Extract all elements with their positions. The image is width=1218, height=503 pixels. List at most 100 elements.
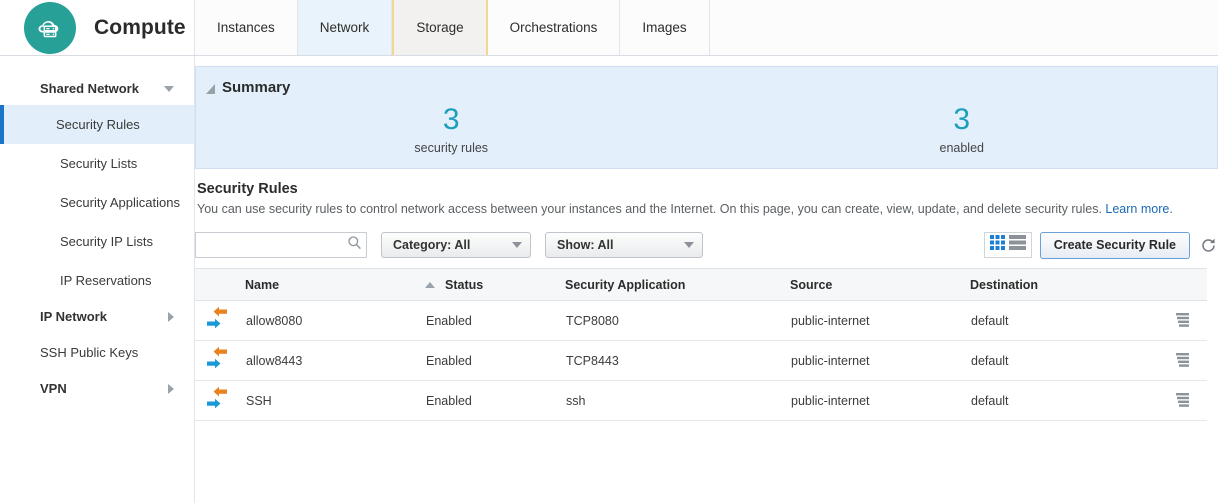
show-filter-dropdown[interactable]: Show: All [545, 232, 703, 258]
stat-label: security rules [196, 141, 707, 155]
view-toggle[interactable] [984, 232, 1032, 258]
tab-instances[interactable]: Instances [195, 0, 298, 55]
cell-name: allow8443 [245, 341, 425, 381]
column-security-application[interactable]: Security Application [565, 269, 790, 301]
refresh-icon[interactable] [1198, 234, 1218, 256]
cell-status: Enabled [425, 301, 565, 341]
create-security-rule-button[interactable]: Create Security Rule [1040, 232, 1190, 259]
stat-enabled: 3 enabled [707, 105, 1218, 155]
stat-security-rules: 3 security rules [196, 105, 707, 155]
row-menu-icon[interactable] [1140, 381, 1207, 421]
sidebar-item-label: Security Lists [60, 156, 137, 171]
cell-status: Enabled [425, 341, 565, 381]
column-source-label: Source [790, 278, 832, 292]
toolbar: Category: All Show: All [195, 231, 1218, 259]
stat-value: 3 [707, 105, 1218, 135]
cell-status: Enabled [425, 381, 565, 421]
cell-destination: default [970, 301, 1140, 341]
learn-more-link[interactable]: Learn more [1105, 202, 1169, 216]
category-filter-label: Category: All [393, 238, 470, 252]
sidebar: Shared Network Security Rules Security L… [0, 56, 195, 503]
sidebar-group-label: IP Network [40, 309, 107, 324]
tab-orchestrations[interactable]: Orchestrations [488, 0, 621, 55]
page-description-text: You can use security rules to control ne… [197, 202, 1105, 216]
grid-view-icon[interactable] [989, 234, 1008, 256]
sidebar-item-ip-reservations[interactable]: IP Reservations [0, 261, 194, 300]
sidebar-item-label: Security Applications [60, 195, 180, 210]
sidebar-item-security-ip-lists[interactable]: Security IP Lists [0, 222, 194, 261]
search-box[interactable] [195, 232, 367, 258]
cell-destination: default [970, 381, 1140, 421]
bidirectional-arrows-icon [195, 341, 245, 381]
stat-value: 3 [196, 105, 707, 135]
column-source[interactable]: Source [790, 269, 970, 301]
summary-stats: 3 security rules 3 enabled [196, 105, 1217, 155]
table-header: Name Status Security Application Source [195, 269, 1207, 301]
page-description-suffix: . [1169, 202, 1172, 216]
tab-network[interactable]: Network [298, 0, 393, 55]
column-actions [1140, 269, 1207, 301]
cell-source: public-internet [790, 341, 970, 381]
cell-source: public-internet [790, 301, 970, 341]
sidebar-group-label: Shared Network [40, 81, 139, 96]
cell-security-application: TCP8443 [565, 341, 790, 381]
summary-title: Summary [222, 79, 290, 96]
sidebar-item-label: Security IP Lists [60, 234, 153, 249]
page-title: Security Rules [197, 181, 1218, 197]
sidebar-item-security-lists[interactable]: Security Lists [0, 144, 194, 183]
table-body: allow8080 Enabled TCP8080 public-interne… [195, 301, 1207, 421]
cell-name: allow8080 [245, 301, 425, 341]
tab-storage[interactable]: Storage [392, 0, 487, 55]
security-rules-table: Name Status Security Application Source [195, 268, 1207, 421]
stat-label: enabled [707, 141, 1218, 155]
cell-source: public-internet [790, 381, 970, 421]
search-input[interactable] [202, 234, 347, 256]
sidebar-group-vpn[interactable]: VPN [0, 372, 194, 405]
cell-security-application: TCP8080 [565, 301, 790, 341]
sidebar-group-shared-network[interactable]: Shared Network [0, 72, 194, 105]
triangle-collapse-icon[interactable] [206, 84, 215, 94]
column-name[interactable]: Name [245, 269, 425, 301]
column-security-application-label: Security Application [565, 278, 685, 292]
app-title: Compute [94, 16, 186, 40]
page-description: You can use security rules to control ne… [197, 201, 1209, 217]
summary-header[interactable]: Summary [196, 67, 1217, 96]
search-icon[interactable] [347, 235, 362, 255]
row-menu-icon[interactable] [1140, 301, 1207, 341]
toolbar-right: Create Security Rule [984, 232, 1218, 259]
sidebar-item-ssh-public-keys[interactable]: SSH Public Keys [0, 333, 194, 372]
column-status[interactable]: Status [425, 269, 565, 301]
brand: Compute [0, 0, 195, 55]
table-row[interactable]: allow8443 Enabled TCP8443 public-interne… [195, 341, 1207, 381]
tab-images[interactable]: Images [620, 0, 709, 55]
row-menu-icon[interactable] [1140, 341, 1207, 381]
chevron-down-icon [164, 86, 174, 92]
sidebar-group-ip-network[interactable]: IP Network [0, 300, 194, 333]
column-status-label: Status [445, 278, 483, 292]
chevron-right-icon [168, 312, 174, 322]
main-content: Summary 3 security rules 3 enabled Secur… [195, 56, 1218, 503]
app-header: Compute Instances Network Storage Orches… [0, 0, 1218, 56]
cloud-server-icon [24, 2, 76, 54]
create-security-rule-label: Create Security Rule [1054, 238, 1176, 252]
chevron-right-icon [168, 384, 174, 394]
column-destination[interactable]: Destination [970, 269, 1140, 301]
sidebar-item-label: SSH Public Keys [40, 345, 138, 360]
bidirectional-arrows-icon [195, 381, 245, 421]
table-row[interactable]: SSH Enabled ssh public-internet default [195, 381, 1207, 421]
cell-destination: default [970, 341, 1140, 381]
category-filter-dropdown[interactable]: Category: All [381, 232, 531, 258]
table-header-row: Name Status Security Application Source [195, 269, 1207, 301]
sidebar-item-security-rules[interactable]: Security Rules [0, 105, 194, 144]
table-row[interactable]: allow8080 Enabled TCP8080 public-interne… [195, 301, 1207, 341]
sidebar-group-label: VPN [40, 381, 67, 396]
cell-name: SSH [245, 381, 425, 421]
sidebar-item-security-applications[interactable]: Security Applications [0, 183, 194, 222]
chevron-down-icon [512, 242, 522, 248]
sort-ascending-icon[interactable] [425, 282, 435, 288]
show-filter-label: Show: All [557, 238, 613, 252]
bidirectional-arrows-icon [195, 301, 245, 341]
main-tabs: Instances Network Storage Orchestrations… [195, 0, 710, 55]
column-destination-label: Destination [970, 278, 1038, 292]
list-view-icon[interactable] [1008, 234, 1027, 256]
